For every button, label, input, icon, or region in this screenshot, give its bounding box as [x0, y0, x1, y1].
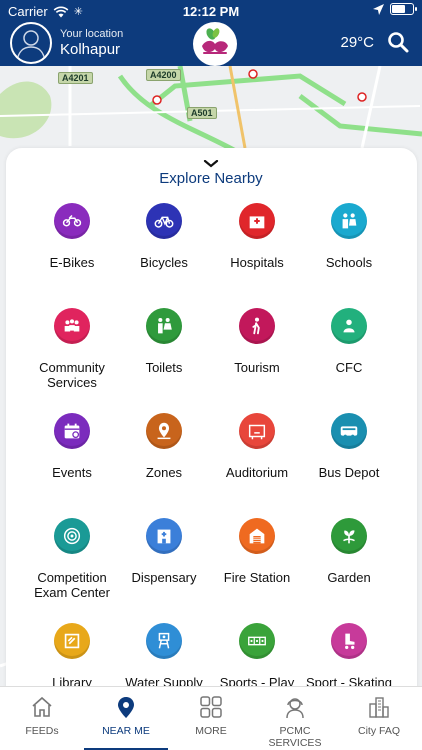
road-label: A4201 — [58, 72, 93, 84]
category-zones[interactable]: Zones — [112, 413, 216, 513]
category-label: CFC — [335, 360, 363, 375]
nav-pcmc-services[interactable]: PCMC SERVICES — [253, 687, 337, 750]
category-label: Garden — [327, 570, 371, 585]
bottom-nav: FEEDs NEAR ME MORE PCMC SERVICES City FA… — [0, 686, 422, 750]
home-icon — [32, 696, 52, 717]
dispensary-icon — [146, 518, 182, 554]
nav-label: MORE — [195, 725, 227, 737]
category-label: Auditorium — [225, 465, 289, 480]
nav-label: NEAR ME — [102, 725, 150, 737]
road-label: A4200 — [146, 69, 181, 81]
status-bar: Carrier ✳ 12:12 PM — [0, 0, 422, 22]
profile-avatar[interactable] — [10, 22, 52, 64]
location-pin-icon — [118, 697, 134, 718]
skate-icon — [331, 623, 367, 659]
nav-near-me[interactable]: NEAR ME — [84, 687, 168, 750]
category-label: Schools — [325, 255, 373, 270]
category-events[interactable]: Events — [20, 413, 124, 513]
hospital-icon — [239, 203, 275, 239]
category-garden[interactable]: Garden — [297, 518, 401, 618]
category-label: Bicycles — [140, 255, 188, 270]
road-label: A501 — [187, 107, 217, 119]
app-header: Carrier ✳ 12:12 PM Your location Kolhapu… — [0, 0, 422, 66]
category-cfc[interactable]: CFC — [297, 308, 401, 408]
city-icon — [369, 697, 389, 718]
category-label: Toilets — [145, 360, 183, 375]
water-tower-icon — [146, 623, 182, 659]
category-bicycles[interactable]: Bicycles — [112, 203, 216, 303]
support-agent-icon — [286, 698, 304, 719]
category-toilets[interactable]: Toilets — [112, 308, 216, 408]
search-icon[interactable] — [386, 30, 410, 54]
battery-icon — [390, 3, 417, 15]
category-dispensary[interactable]: Dispensary — [112, 518, 216, 618]
category-fire-station[interactable]: Fire Station — [205, 518, 309, 618]
category-label: E-Bikes — [49, 255, 95, 270]
category-label: Events — [52, 465, 92, 480]
category-schools[interactable]: Schools — [297, 203, 401, 303]
location-label: Your location — [60, 28, 124, 40]
map-pin-icon — [146, 413, 182, 449]
sheet-title: Explore Nearby — [159, 170, 263, 187]
motorbike-icon — [54, 203, 90, 239]
category-label: Competition Exam Center — [34, 570, 110, 600]
hiker-icon — [239, 308, 275, 344]
category-label: Tourism — [234, 360, 280, 375]
category-hospitals[interactable]: Hospitals — [205, 203, 309, 303]
nav-city-faq[interactable]: City FAQ — [337, 687, 421, 750]
status-time: 12:12 PM — [182, 4, 240, 19]
sports-play-icon — [239, 623, 275, 659]
plant-icon — [331, 518, 367, 554]
category-bus-depot[interactable]: Bus Depot — [297, 413, 401, 513]
auditorium-icon — [239, 413, 275, 449]
nav-label: PCMC SERVICES — [268, 725, 322, 749]
category-label: Dispensary — [131, 570, 197, 585]
location-city[interactable]: Kolhapur — [60, 41, 120, 58]
category-auditorium[interactable]: Auditorium — [205, 413, 309, 513]
community-icon — [54, 308, 90, 344]
category-tourism[interactable]: Tourism — [205, 308, 309, 408]
user-silhouette-icon — [16, 30, 46, 62]
library-icon — [54, 623, 90, 659]
category-competition-exam-center[interactable]: Competition Exam Center — [20, 518, 124, 618]
school-icon — [331, 203, 367, 239]
calendar-icon — [54, 413, 90, 449]
city-logo — [193, 22, 237, 66]
bicycle-icon — [146, 203, 182, 239]
bus-icon — [331, 413, 367, 449]
nav-more[interactable]: MORE — [169, 687, 253, 750]
nav-label: City FAQ — [357, 725, 400, 737]
category-label: Fire Station — [223, 570, 291, 585]
category-label: Zones — [145, 465, 183, 480]
target-icon — [54, 518, 90, 554]
nav-label: FEEDs — [25, 725, 59, 737]
location-arrow-icon — [373, 3, 384, 15]
chevron-down-icon[interactable] — [203, 160, 219, 168]
toilet-icon — [146, 308, 182, 344]
grid-icon — [200, 696, 222, 718]
category-label: Community Services — [39, 360, 105, 390]
category-community-services[interactable]: Community Services — [20, 308, 124, 408]
category-e-bikes[interactable]: E-Bikes — [20, 203, 124, 303]
status-right — [373, 3, 417, 15]
category-label: Bus Depot — [318, 465, 380, 480]
cfc-icon — [331, 308, 367, 344]
fire-station-icon — [239, 518, 275, 554]
category-label: Hospitals — [230, 255, 284, 270]
nav-feeds[interactable]: FEEDs — [0, 687, 84, 750]
logo-emblem-icon — [202, 28, 228, 54]
temperature-readout: 29°C — [340, 34, 374, 51]
